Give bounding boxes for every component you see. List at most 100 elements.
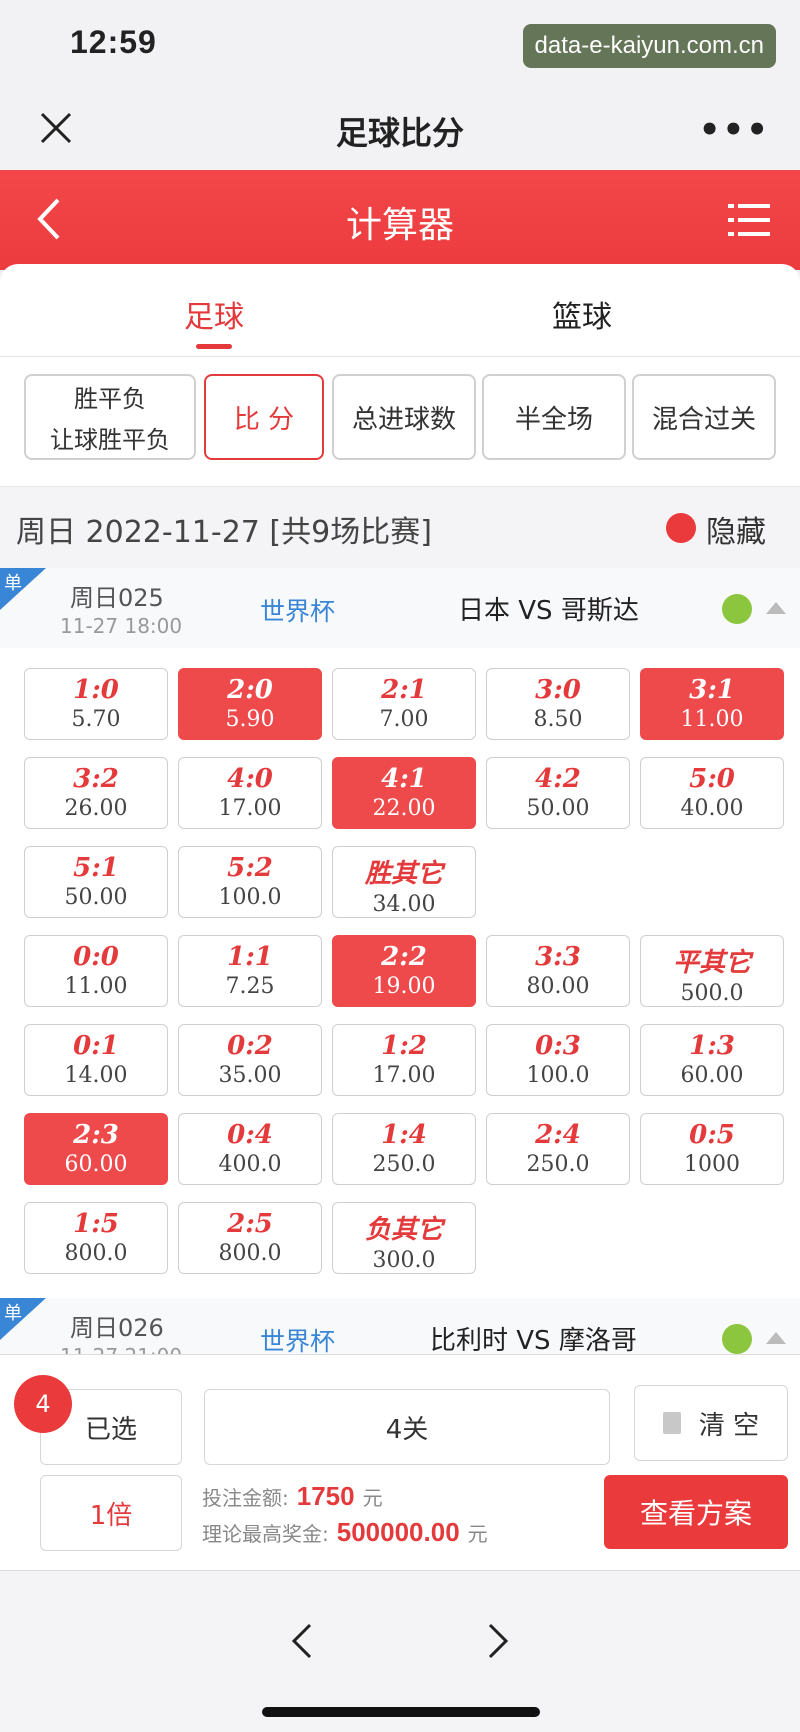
- hide-dot-icon[interactable]: [666, 513, 696, 543]
- odds-value: 19.00: [372, 974, 436, 999]
- score-label: 1:0: [73, 675, 119, 705]
- odds-value: 800.0: [218, 1241, 282, 1266]
- hide-toggle[interactable]: 隐藏: [706, 507, 766, 551]
- league-name: 世界杯: [260, 597, 336, 626]
- status-time: 12:59: [70, 24, 157, 60]
- score-odds-cell[interactable]: 4:2 50.00: [486, 757, 630, 829]
- score-odds-cell[interactable]: 1:2 17.00: [332, 1024, 476, 1096]
- bet-amount-unit: 元: [362, 1486, 383, 1510]
- odds-value: 35.00: [218, 1063, 282, 1088]
- multiple-input[interactable]: 1倍: [40, 1475, 182, 1551]
- home-indicator: [262, 1707, 540, 1717]
- tab-basketball[interactable]: 篮球: [552, 292, 612, 336]
- tab-correct-score[interactable]: 比 分: [204, 374, 324, 460]
- match-time: 11-27 21:00: [60, 1344, 182, 1354]
- sport-tabs: 足球 篮球: [0, 264, 800, 357]
- score-label: 0:1: [73, 1031, 119, 1061]
- score-odds-cell[interactable]: 2:0 5.90: [178, 668, 322, 740]
- score-odds-cell[interactable]: 3:2 26.00: [24, 757, 168, 829]
- odds-value: 100.0: [218, 885, 282, 910]
- score-label: 平其它: [672, 948, 751, 978]
- collapse-up-icon[interactable]: [766, 602, 786, 614]
- more-icon[interactable]: •••: [699, 110, 770, 150]
- chevron-right-icon[interactable]: [482, 1621, 512, 1661]
- header-title: 计算器: [345, 205, 454, 246]
- odds-value: 26.00: [64, 796, 128, 821]
- active-tab-indicator: [196, 344, 232, 349]
- tab-half-full[interactable]: 半全场: [482, 374, 626, 460]
- score-odds-cell[interactable]: 5:2 100.0: [178, 846, 322, 918]
- score-odds-cell[interactable]: 0:2 35.00: [178, 1024, 322, 1096]
- corner-label: 单: [4, 1303, 22, 1324]
- score-odds-cell[interactable]: 3:1 11.00: [640, 668, 784, 740]
- score-odds-cell[interactable]: 0:5 1000: [640, 1113, 784, 1185]
- score-odds-cell[interactable]: 0:4 400.0: [178, 1113, 322, 1185]
- score-odds-cell[interactable]: 4:0 17.00: [178, 757, 322, 829]
- score-odds-cell[interactable]: 4:1 22.00: [332, 757, 476, 829]
- odds-value: 800.0: [64, 1241, 128, 1266]
- watermark: data-e-kaiyun.com.cn: [522, 24, 776, 68]
- score-odds-cell[interactable]: 2:1 7.00: [332, 668, 476, 740]
- odds-value: 250.0: [372, 1152, 436, 1177]
- odds-value: 250.0: [526, 1152, 590, 1177]
- odds-value: 40.00: [680, 796, 744, 821]
- score-odds-cell[interactable]: 胜其它 34.00: [332, 846, 476, 918]
- score-odds-cell[interactable]: 2:4 250.0: [486, 1113, 630, 1185]
- score-odds-cell[interactable]: 2:2 19.00: [332, 935, 476, 1007]
- score-odds-cell[interactable]: 0:1 14.00: [24, 1024, 168, 1096]
- score-odds-cell[interactable]: 5:1 50.00: [24, 846, 168, 918]
- match-row[interactable]: 单 周日025 11-27 18:00 世界杯 日本 VS 哥斯达: [0, 568, 800, 648]
- odds-value: 17.00: [372, 1063, 436, 1088]
- check-icon: [722, 594, 752, 624]
- score-odds-cell[interactable]: 1:5 800.0: [24, 1202, 168, 1274]
- corner-label: 单: [4, 573, 22, 594]
- score-odds-cell[interactable]: 5:0 40.00: [640, 757, 784, 829]
- list-menu-icon[interactable]: [728, 200, 770, 240]
- score-odds-cell[interactable]: 3:0 8.50: [486, 668, 630, 740]
- tab-label: 胜平负: [74, 385, 146, 413]
- match-teams: 日本 VS 哥斯达: [458, 596, 639, 626]
- tab-mixed-parlay[interactable]: 混合过关: [632, 374, 776, 460]
- odds-value: 34.00: [372, 892, 436, 917]
- score-odds-cell[interactable]: 1:0 5.70: [24, 668, 168, 740]
- score-label: 3:1: [689, 675, 735, 705]
- score-label: 0:4: [227, 1120, 273, 1150]
- score-odds-cell[interactable]: 0:0 11.00: [24, 935, 168, 1007]
- score-odds-cell[interactable]: 2:3 60.00: [24, 1113, 168, 1185]
- score-label: 2:0: [227, 675, 273, 705]
- odds-value: 1000: [684, 1152, 740, 1177]
- score-label: 1:1: [227, 942, 273, 972]
- odds-value: 400.0: [218, 1152, 282, 1177]
- score-odds-cell[interactable]: 0:3 100.0: [486, 1024, 630, 1096]
- odds-value: 500.0: [680, 981, 744, 1006]
- score-odds-cell[interactable]: 负其它 300.0: [332, 1202, 476, 1274]
- score-label: 2:2: [381, 942, 427, 972]
- score-label: 1:4: [381, 1120, 427, 1150]
- score-odds-cell[interactable]: 平其它 500.0: [640, 935, 784, 1007]
- bet-amount-value: 1750: [296, 1481, 355, 1511]
- score-label: 胜其它: [364, 859, 443, 889]
- view-plan-button[interactable]: 查看方案: [604, 1475, 788, 1549]
- score-odds-cell[interactable]: 2:5 800.0: [178, 1202, 322, 1274]
- status-bar: 12:59 data-e-kaiyun.com.cn: [0, 0, 800, 90]
- collapse-up-icon[interactable]: [766, 1332, 786, 1344]
- score-label: 4:0: [227, 764, 273, 794]
- score-odds-cell[interactable]: 3:3 80.00: [486, 935, 630, 1007]
- pass-type-select[interactable]: 4关: [204, 1389, 610, 1465]
- match-row[interactable]: 单 周日026 11-27 21:00 世界杯 比利时 VS 摩洛哥: [0, 1298, 800, 1354]
- score-odds-cell[interactable]: 1:3 60.00: [640, 1024, 784, 1096]
- score-odds-cell[interactable]: 1:4 250.0: [332, 1113, 476, 1185]
- score-label: 2:5: [227, 1209, 273, 1239]
- clear-button[interactable]: 清 空: [634, 1385, 788, 1461]
- tab-win-draw-lose[interactable]: 胜平负 让球胜平负: [24, 374, 196, 460]
- match-time: 11-27 18:00: [60, 614, 183, 638]
- score-label: 1:5: [73, 1209, 119, 1239]
- match-number: 周日025: [70, 584, 164, 612]
- odds-value: 11.00: [64, 974, 128, 999]
- tab-football[interactable]: 足球: [184, 292, 244, 336]
- tab-total-goals[interactable]: 总进球数: [332, 374, 476, 460]
- chevron-left-icon[interactable]: [288, 1621, 318, 1661]
- odds-value: 5.70: [71, 707, 121, 732]
- score-odds-cell[interactable]: 1:1 7.25: [178, 935, 322, 1007]
- odds-value: 11.00: [680, 707, 744, 732]
